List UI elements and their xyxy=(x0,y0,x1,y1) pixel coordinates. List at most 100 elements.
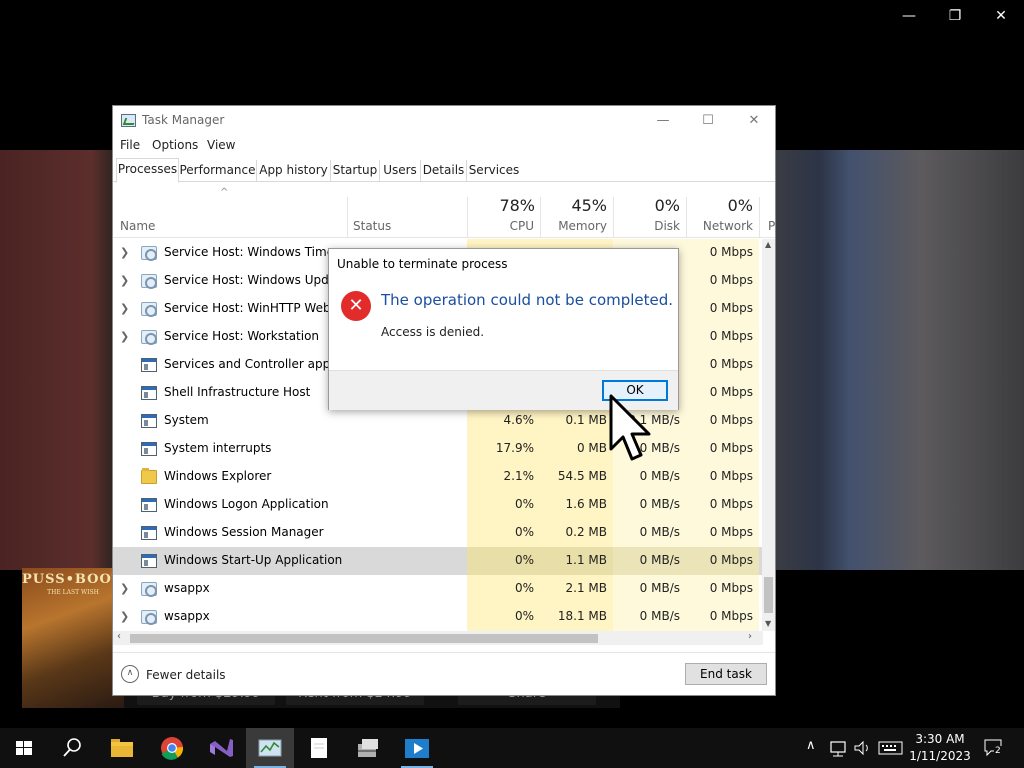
app-close-button[interactable]: ✕ xyxy=(978,0,1024,32)
search-button[interactable] xyxy=(48,728,96,768)
windows-logo-icon xyxy=(16,741,32,755)
end-task-button[interactable]: End task xyxy=(685,663,767,685)
setup-button[interactable] xyxy=(344,728,392,768)
expand-chevron-icon[interactable]: ❯ xyxy=(120,582,129,595)
action-center-button[interactable]: 2 xyxy=(983,738,1005,758)
app-window-icon xyxy=(141,386,157,400)
task-manager-taskbar-button[interactable] xyxy=(246,728,294,768)
scroll-left-icon[interactable]: ‹ xyxy=(117,631,121,642)
movie-poster[interactable]: PUSS•BOOTS THE LAST WISH xyxy=(22,568,133,708)
minimize-button[interactable]: — xyxy=(640,106,686,135)
col-name[interactable]: Name xyxy=(120,219,155,233)
process-disk: 0 MB/s xyxy=(639,609,680,623)
process-row[interactable]: Windows Logon Application 0% 1.6 MB 0 MB/s 0… xyxy=(113,491,763,519)
process-name: Services and Controller app xyxy=(164,357,331,371)
footer: ∧ Fewer details End task xyxy=(113,652,775,695)
service-gear-icon xyxy=(141,330,157,345)
process-network: 0 Mbps xyxy=(709,553,753,567)
volume-icon[interactable] xyxy=(853,738,873,758)
tab-processes[interactable]: Processes xyxy=(116,158,179,183)
sort-caret-icon: ^ xyxy=(220,187,229,198)
process-name: Windows Explorer xyxy=(164,469,272,483)
menu-file[interactable]: File xyxy=(120,138,140,152)
process-name: wsappx xyxy=(164,609,210,623)
mouse-cursor-icon xyxy=(609,394,651,461)
app-restore-button[interactable]: ❐ xyxy=(932,0,978,32)
tab-details[interactable]: Details xyxy=(421,160,467,182)
video-player-icon xyxy=(405,739,429,758)
col-disk[interactable]: Disk xyxy=(617,219,680,233)
vertical-scrollbar[interactable]: ▲ ▼ xyxy=(762,239,775,631)
col-network[interactable]: Network xyxy=(690,219,753,233)
chevron-up-icon[interactable]: ∧ xyxy=(121,665,139,683)
close-button[interactable]: ✕ xyxy=(731,106,775,135)
scroll-up-icon[interactable]: ▲ xyxy=(765,240,771,249)
notepad-button[interactable] xyxy=(295,728,343,768)
process-row[interactable]: System interrupts 17.9% 0 MB 0 MB/s 0 Mbps xyxy=(113,435,763,463)
process-network: 0 Mbps xyxy=(709,469,753,483)
tab-app-history[interactable]: App history xyxy=(257,160,331,182)
expand-chevron-icon[interactable]: ❯ xyxy=(120,274,129,287)
vertical-scroll-thumb[interactable] xyxy=(764,577,773,613)
cpu-total: 78% xyxy=(499,196,535,215)
process-memory: 2.1 MB xyxy=(565,581,607,595)
show-hidden-icons-icon[interactable]: ∧ xyxy=(806,738,816,753)
clock-time: 3:30 AM xyxy=(915,732,965,746)
title-bar[interactable]: Task Manager — ☐ ✕ xyxy=(113,106,775,135)
tab-performance[interactable]: Performance xyxy=(179,160,257,182)
col-status[interactable]: Status xyxy=(353,219,391,233)
col-memory[interactable]: Memory xyxy=(544,219,607,233)
chrome-button[interactable] xyxy=(148,728,196,768)
disk-total: 0% xyxy=(654,196,680,215)
error-icon: ✕ xyxy=(341,291,371,321)
file-explorer-button[interactable] xyxy=(98,728,146,768)
app-minimize-button[interactable]: — xyxy=(886,0,932,32)
video-player-button[interactable] xyxy=(393,728,441,768)
scroll-right-icon[interactable]: › xyxy=(748,631,752,642)
process-network: 0 Mbps xyxy=(709,413,753,427)
app-window-icon xyxy=(141,358,157,372)
tab-services[interactable]: Services xyxy=(467,160,521,182)
expand-chevron-icon[interactable]: ❯ xyxy=(120,246,129,259)
process-row[interactable]: Windows Start-Up Application 0% 1.1 MB 0 MB… xyxy=(113,547,763,575)
process-disk: 0 MB/s xyxy=(639,469,680,483)
maximize-button[interactable]: ☐ xyxy=(685,106,731,135)
setup-icon xyxy=(358,739,378,757)
process-row[interactable]: ❯ wsappx 0% 2.1 MB 0 MB/s 0 Mbps xyxy=(113,575,763,603)
menu-options[interactable]: Options xyxy=(152,138,198,152)
process-network: 0 Mbps xyxy=(709,357,753,371)
visual-studio-button[interactable] xyxy=(197,728,245,768)
process-row[interactable]: Windows Explorer 2.1% 54.5 MB 0 MB/s 0 Mbps xyxy=(113,463,763,491)
tab-strip: Processes Performance App history Startu… xyxy=(113,158,775,183)
menu-view[interactable]: View xyxy=(207,138,235,152)
horizontal-scroll-thumb[interactable] xyxy=(130,634,598,643)
start-button[interactable] xyxy=(0,728,48,768)
process-cpu: 4.6% xyxy=(503,413,535,427)
tab-users[interactable]: Users xyxy=(380,160,421,182)
process-row[interactable]: Windows Session Manager 0% 0.2 MB 0 MB/s 0 M… xyxy=(113,519,763,547)
network-total: 0% xyxy=(727,196,753,215)
file-explorer-icon xyxy=(111,739,133,757)
process-cpu: 0% xyxy=(514,497,534,511)
expand-chevron-icon[interactable]: ❯ xyxy=(120,302,129,315)
scroll-down-icon[interactable]: ▼ xyxy=(765,619,771,628)
process-row[interactable]: ❯ wsappx 0% 18.1 MB 0 MB/s 0 Mbps xyxy=(113,603,763,631)
process-disk: 0 MB/s xyxy=(639,497,680,511)
poster-title: PUSS•BOOTS xyxy=(22,572,133,587)
col-cpu[interactable]: CPU xyxy=(471,219,534,233)
process-memory: 1.6 MB xyxy=(565,497,607,511)
process-network: 0 Mbps xyxy=(709,273,753,287)
network-icon[interactable] xyxy=(829,738,849,758)
process-disk: 0 MB/s xyxy=(639,553,680,567)
expand-chevron-icon[interactable]: ❯ xyxy=(120,610,129,623)
process-disk: 0 MB/s xyxy=(639,525,680,539)
column-header: ^ Name Status 78% CPU 45% Memory 0% Disk… xyxy=(113,183,775,238)
horizontal-scrollbar[interactable]: ‹ › xyxy=(113,631,763,645)
expand-chevron-icon[interactable]: ❯ xyxy=(120,330,129,343)
process-network: 0 Mbps xyxy=(709,329,753,343)
fewer-details-link[interactable]: Fewer details xyxy=(146,668,226,682)
col-power[interactable]: P xyxy=(768,219,775,233)
tab-startup[interactable]: Startup xyxy=(331,160,380,182)
system-clock[interactable]: 3:30 AM 1/11/2023 xyxy=(895,731,985,765)
process-row[interactable]: System 4.6% 0.1 MB 0.1 MB/s 0 Mbps xyxy=(113,407,763,435)
